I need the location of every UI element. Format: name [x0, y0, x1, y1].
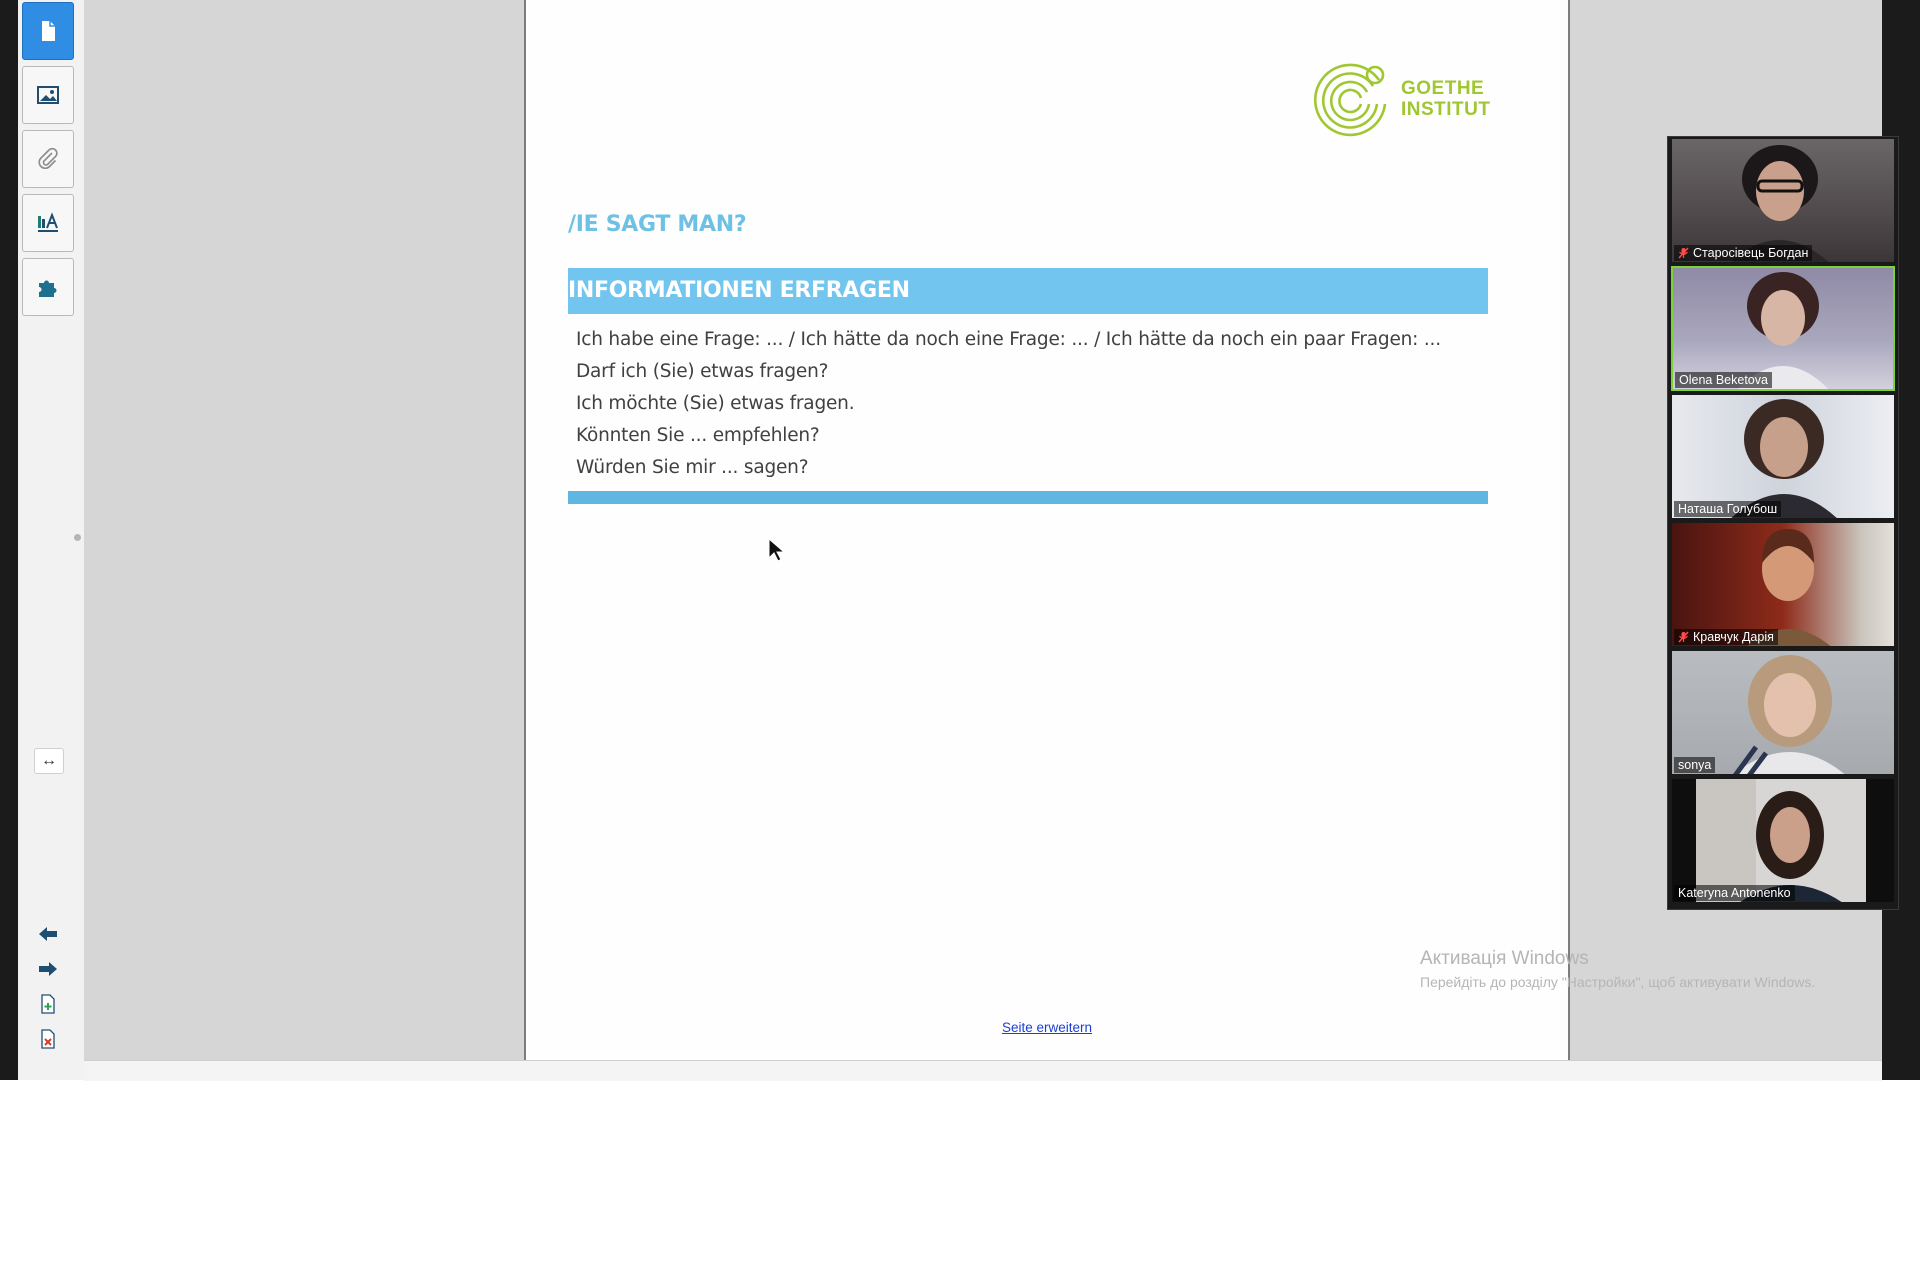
left-toolbar: ↔ — [18, 0, 85, 1080]
participant-name-label: sonya — [1674, 757, 1716, 773]
arrow-left-icon — [39, 927, 57, 941]
canvas-workspace: GOETHE INSTITUT /IE SAGT MAN? INFORMATIO… — [84, 0, 1882, 1060]
delete-page-button[interactable] — [34, 1025, 62, 1053]
bottom-scroll-strip — [84, 1060, 1882, 1081]
logo-line-goethe: GOETHE — [1401, 78, 1485, 99]
text-style-icon — [38, 212, 58, 232]
phrase-item: Würden Sie mir ... sagen? — [576, 457, 809, 478]
participant-name: Olena Beketova — [1679, 373, 1768, 387]
goethe-institut-logo: GOETHE INSTITUT — [1313, 60, 1491, 142]
phrase-item: Ich habe eine Frage: ... / Ich hätte da … — [576, 329, 1441, 350]
participant-name-label: Старосівець Богдан — [1674, 245, 1813, 261]
participant-name: sonya — [1678, 758, 1712, 772]
slide-page[interactable]: GOETHE INSTITUT /IE SAGT MAN? INFORMATIO… — [524, 0, 1570, 1060]
muted-mic-icon — [1678, 631, 1689, 643]
logo-line-institut: INSTITUT — [1401, 99, 1491, 120]
panel-splitter-handle[interactable] — [74, 534, 81, 541]
participant-name-label: Кравчук Дарія — [1674, 629, 1778, 645]
participant-name-label: Наташа Голубош — [1674, 501, 1782, 517]
participant-tile[interactable]: sonya — [1671, 650, 1895, 775]
participant-tile[interactable]: Старосівець Богдан — [1671, 138, 1895, 263]
section-header-bar: INFORMATIONEN ERFRAGEN — [568, 268, 1488, 314]
participant-tile[interactable]: Наташа Голубош — [1671, 394, 1895, 519]
phrase-item: Könnten Sie ... empfehlen? — [576, 425, 820, 446]
next-page-button[interactable] — [34, 955, 62, 983]
screen-share-frame: ↔ GOETHE INSTITUT /IE SAGT MAN? INFORMAT… — [0, 0, 1920, 1081]
participant-name: Старосівець Богдан — [1693, 246, 1809, 260]
participant-tile[interactable]: Кравчук Дарія — [1671, 522, 1895, 647]
delete-page-icon — [41, 1029, 55, 1049]
participant-name: Наташа Голубош — [1678, 502, 1778, 516]
section-title: INFORMATIONEN ERFRAGEN — [568, 278, 910, 303]
phrase-list: Ich habe eine Frage: ... / Ich hätte da … — [576, 324, 1476, 484]
watermark-subtitle: Перейдіть до розділу "Настройки", щоб ак… — [1420, 974, 1816, 990]
attachment-tool-button[interactable] — [22, 130, 74, 188]
windows-activation-watermark: Активація Windows Перейдіть до розділу "… — [1420, 948, 1815, 990]
slide-heading: /IE SAGT MAN? — [568, 212, 747, 237]
arrow-right-icon — [39, 962, 57, 976]
extend-page-link[interactable]: Seite erweitern — [1002, 1020, 1092, 1035]
image-icon — [37, 86, 59, 104]
participant-tile[interactable]: Kateryna Antonenko — [1671, 778, 1895, 903]
phrase-item: Ich möchte (Sie) etwas fragen. — [576, 393, 855, 414]
participant-video-frame — [1733, 655, 1845, 774]
mouse-cursor-icon — [768, 538, 784, 562]
previous-page-button[interactable] — [34, 920, 62, 948]
goethe-logo-text: GOETHE INSTITUT — [1401, 78, 1491, 120]
paperclip-icon — [38, 147, 58, 169]
puzzle-icon — [39, 280, 57, 297]
participant-name-label: Olena Beketova — [1675, 372, 1772, 388]
section-footer-bar — [568, 491, 1488, 504]
image-tool-button[interactable] — [22, 66, 74, 124]
document-icon — [42, 21, 55, 41]
phrase-item: Darf ich (Sie) etwas fragen? — [576, 361, 829, 382]
add-page-button[interactable] — [34, 990, 62, 1018]
whiteboard-app: ↔ GOETHE INSTITUT /IE SAGT MAN? INFORMAT… — [18, 0, 1882, 1081]
participant-name: Кравчук Дарія — [1693, 630, 1774, 644]
goethe-logo-icon — [1313, 63, 1387, 137]
add-page-icon — [41, 994, 55, 1014]
participant-video-panel: Старосівець Богдан Olena Beketova Наташа… — [1667, 136, 1899, 910]
expand-arrows-icon: ↔ — [41, 752, 57, 769]
text-style-tool-button[interactable] — [22, 194, 74, 252]
expand-width-button[interactable]: ↔ — [34, 748, 64, 774]
watermark-title: Активація Windows — [1420, 948, 1589, 969]
participant-tile[interactable]: Olena Beketova — [1671, 266, 1895, 391]
muted-mic-icon — [1678, 247, 1689, 259]
participant-name-label: Kateryna Antonenko — [1674, 885, 1795, 901]
participant-name: Kateryna Antonenko — [1678, 886, 1791, 900]
extensions-tool-button[interactable] — [22, 258, 74, 316]
document-tool-button[interactable] — [22, 2, 74, 60]
